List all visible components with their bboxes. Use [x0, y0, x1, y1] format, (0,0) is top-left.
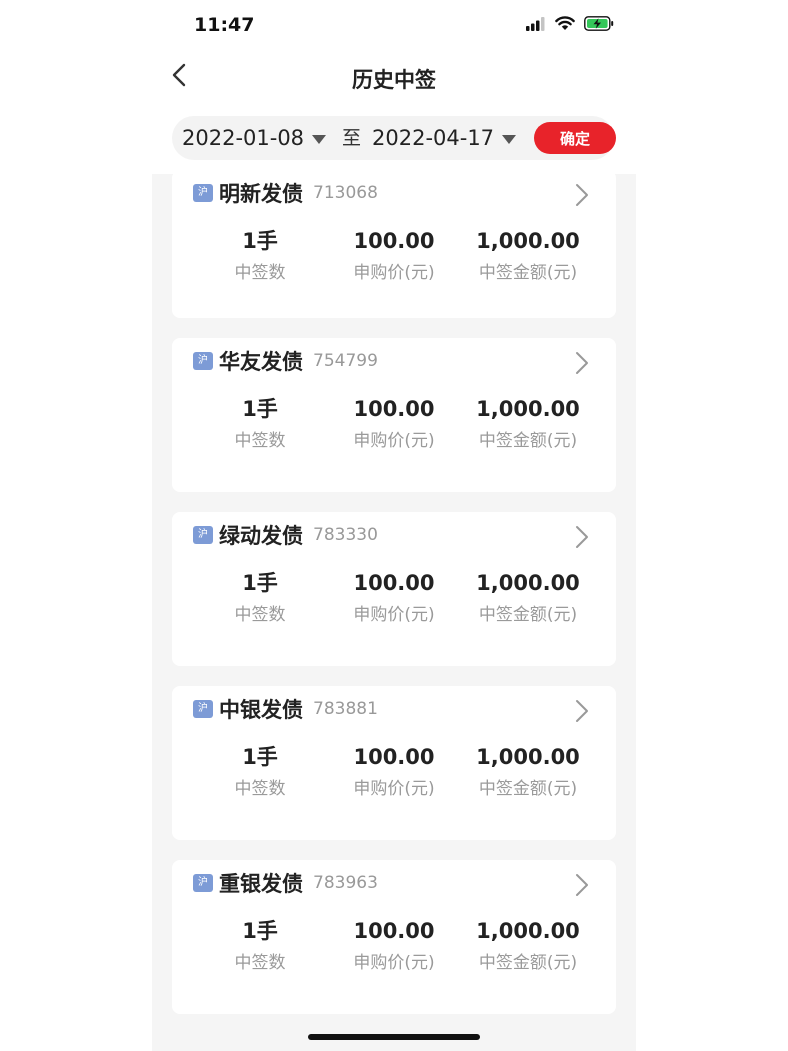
amount-label: 中签金额(元) [478, 605, 578, 625]
record-header: 沪 重银发债 783963 [193, 868, 378, 898]
phone-screen: 11:47 历史中签 2022-01-08 至 2022-04-17 确定 沪 … [152, 0, 636, 1051]
price-value: 100.00 [353, 571, 435, 595]
record-card[interactable]: 沪 绿动发债 783330 1手 中签数 100.00 申购价(元) 1,000… [172, 512, 616, 666]
bond-code: 783881 [313, 699, 378, 719]
count-value: 1手 [242, 397, 278, 421]
stat-amount: 1,000.00 中签金额(元) [458, 742, 598, 799]
chevron-right-icon[interactable] [574, 350, 590, 376]
amount-value: 1,000.00 [476, 229, 580, 253]
price-value: 100.00 [353, 919, 435, 943]
amount-label: 中签金额(元) [478, 263, 578, 283]
dropdown-caret-icon [312, 134, 327, 144]
stat-amount: 1,000.00 中签金额(元) [458, 394, 598, 451]
record-header: 沪 中银发债 783881 [193, 694, 378, 724]
chevron-right-icon[interactable] [574, 182, 590, 208]
stat-amount: 1,000.00 中签金额(元) [458, 568, 598, 625]
bond-code: 783963 [313, 873, 378, 893]
price-value: 100.00 [353, 745, 435, 769]
stat-price: 100.00 申购价(元) [324, 742, 464, 799]
chevron-right-icon[interactable] [574, 698, 590, 724]
exchange-badge: 沪 [193, 526, 213, 544]
exchange-badge: 沪 [193, 700, 213, 718]
count-label: 中签数 [234, 431, 286, 451]
count-label: 中签数 [234, 953, 286, 973]
price-label: 申购价(元) [353, 953, 435, 973]
stat-count: 1手 中签数 [190, 568, 330, 625]
page-title: 历史中签 [352, 68, 436, 92]
price-label: 申购价(元) [353, 431, 435, 451]
count-label: 中签数 [234, 779, 286, 799]
chevron-right-icon[interactable] [574, 524, 590, 550]
stat-count: 1手 中签数 [190, 226, 330, 283]
bond-name: 中银发债 [219, 698, 303, 722]
end-date-picker[interactable]: 2022-04-17 [372, 116, 517, 160]
stat-price: 100.00 申购价(元) [324, 394, 464, 451]
status-icons [526, 16, 614, 31]
price-value: 100.00 [353, 397, 435, 421]
stat-price: 100.00 申购价(元) [324, 226, 464, 283]
battery-charging-icon [584, 16, 614, 31]
record-card[interactable]: 沪 明新发债 713068 1手 中签数 100.00 申购价(元) 1,000… [172, 174, 616, 318]
date-filter-bar: 2022-01-08 至 2022-04-17 确定 [152, 102, 636, 174]
record-card[interactable]: 沪 重银发债 783963 1手 中签数 100.00 申购价(元) 1,000… [172, 860, 616, 1014]
stat-count: 1手 中签数 [190, 916, 330, 973]
exchange-badge: 沪 [193, 184, 213, 202]
count-value: 1手 [242, 571, 278, 595]
amount-label: 中签金额(元) [478, 431, 578, 451]
amount-value: 1,000.00 [476, 397, 580, 421]
record-header: 沪 华友发债 754799 [193, 346, 378, 376]
amount-label: 中签金额(元) [478, 779, 578, 799]
status-bar: 11:47 [152, 0, 636, 52]
exchange-badge: 沪 [193, 352, 213, 370]
confirm-button[interactable]: 确定 [534, 122, 616, 154]
start-date-picker[interactable]: 2022-01-08 [182, 116, 327, 160]
start-date-value: 2022-01-08 [182, 126, 305, 150]
bond-name: 明新发债 [219, 182, 303, 206]
exchange-badge: 沪 [193, 874, 213, 892]
date-separator: 至 [342, 127, 362, 149]
price-value: 100.00 [353, 229, 435, 253]
bond-name: 重银发债 [219, 872, 303, 896]
stat-count: 1手 中签数 [190, 394, 330, 451]
bond-name: 绿动发债 [219, 524, 303, 548]
record-header: 沪 明新发债 713068 [193, 178, 378, 208]
wifi-icon [555, 16, 575, 30]
bond-name: 华友发债 [219, 350, 303, 374]
price-label: 申购价(元) [353, 779, 435, 799]
count-value: 1手 [242, 745, 278, 769]
stat-price: 100.00 申购价(元) [324, 568, 464, 625]
chevron-right-icon[interactable] [574, 872, 590, 898]
signal-icon [526, 16, 545, 31]
price-label: 申购价(元) [353, 263, 435, 283]
record-header: 沪 绿动发债 783330 [193, 520, 378, 550]
amount-value: 1,000.00 [476, 571, 580, 595]
stat-count: 1手 中签数 [190, 742, 330, 799]
stat-price: 100.00 申购价(元) [324, 916, 464, 973]
record-card[interactable]: 沪 华友发债 754799 1手 中签数 100.00 申购价(元) 1,000… [172, 338, 616, 492]
bond-code: 713068 [313, 183, 378, 203]
navigation-bar: 历史中签 [152, 52, 636, 102]
record-card[interactable]: 沪 中银发债 783881 1手 中签数 100.00 申购价(元) 1,000… [172, 686, 616, 840]
record-list[interactable]: 沪 明新发债 713068 1手 中签数 100.00 申购价(元) 1,000… [152, 174, 636, 1051]
count-label: 中签数 [234, 605, 286, 625]
home-indicator[interactable] [308, 1034, 480, 1040]
amount-label: 中签金额(元) [478, 953, 578, 973]
stat-amount: 1,000.00 中签金额(元) [458, 226, 598, 283]
amount-value: 1,000.00 [476, 919, 580, 943]
bond-code: 754799 [313, 351, 378, 371]
status-time: 11:47 [194, 14, 255, 36]
count-label: 中签数 [234, 263, 286, 283]
bond-code: 783330 [313, 525, 378, 545]
count-value: 1手 [242, 229, 278, 253]
end-date-value: 2022-04-17 [372, 126, 495, 150]
price-label: 申购价(元) [353, 605, 435, 625]
stat-amount: 1,000.00 中签金额(元) [458, 916, 598, 973]
count-value: 1手 [242, 919, 278, 943]
dropdown-caret-icon [502, 134, 517, 144]
amount-value: 1,000.00 [476, 745, 580, 769]
